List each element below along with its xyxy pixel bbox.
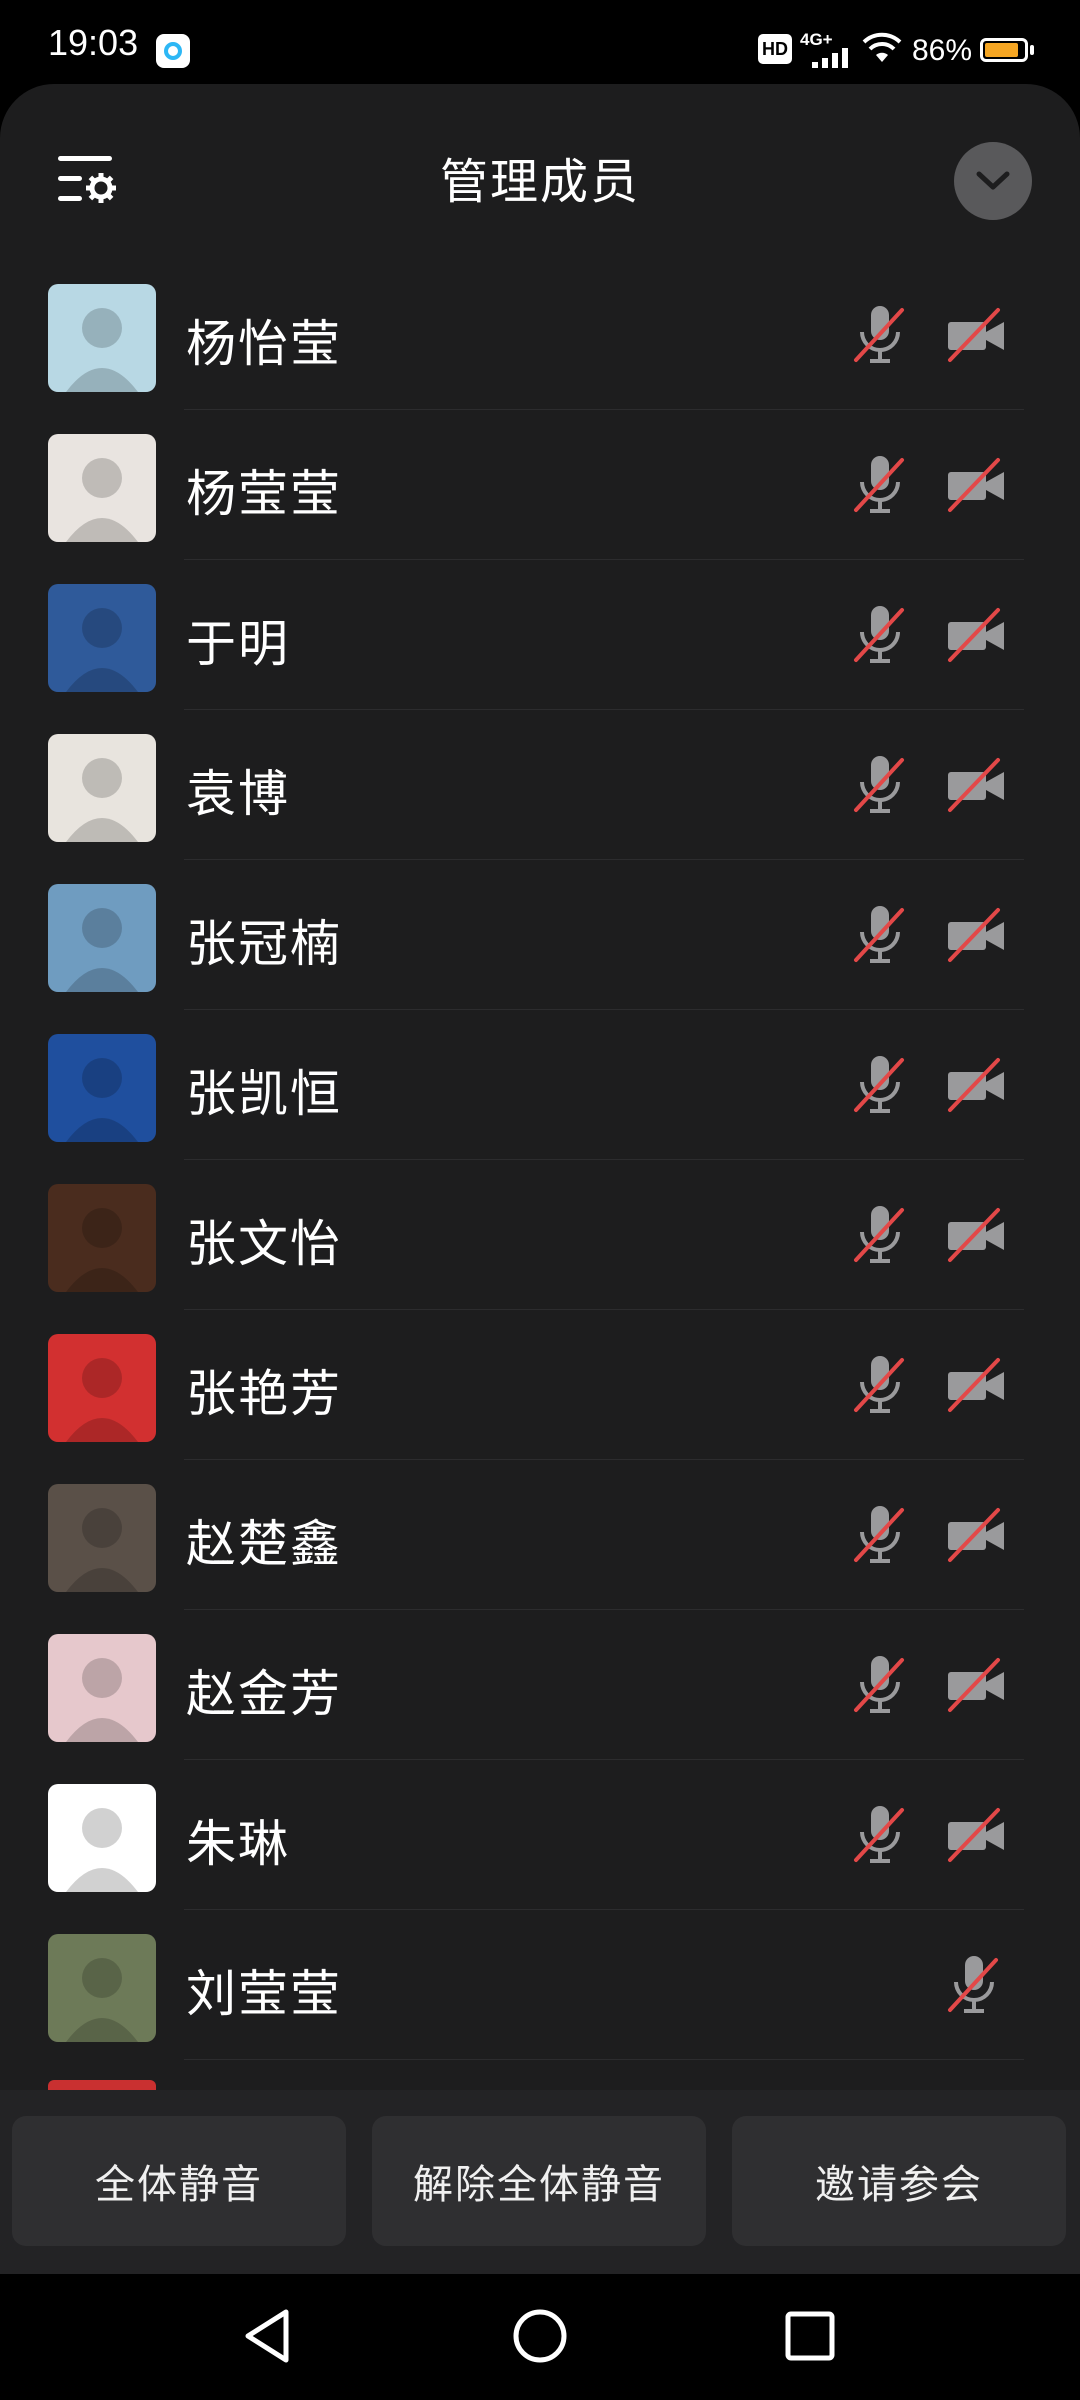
network-type-label: 4G+ [800,30,833,49]
avatar [48,1034,156,1142]
cellular-signal-icon: 4G+ [800,26,852,70]
member-name: 杨莹莹 [186,465,342,523]
camera-off-icon[interactable] [944,1204,1008,1266]
member-name: 张冠楠 [186,915,342,973]
row-divider [184,2059,1024,2060]
battery-percent: 86% [912,34,973,67]
avatar [48,1484,156,1592]
action-bar: 全体静音 解除全体静音 邀请参会 [0,2090,1080,2274]
mic-muted-icon[interactable] [850,902,910,968]
next-avatar-peek [48,2080,156,2090]
mic-muted-icon[interactable] [850,1502,910,1568]
mic-muted-icon[interactable] [850,1352,910,1418]
member-row[interactable]: 杨莹莹 [0,410,1080,560]
invite-button[interactable]: 邀请参会 [732,2116,1066,2246]
mic-muted-icon[interactable] [850,452,910,518]
avatar [48,734,156,842]
member-row[interactable]: 张艳芳 [0,1310,1080,1460]
member-name: 张文怡 [186,1215,342,1273]
avatar [48,1784,156,1892]
member-name: 张凯恒 [186,1065,342,1123]
member-list[interactable]: 杨怡莹杨莹莹于明袁博张冠楠张凯恒张文怡张艳芳赵楚鑫赵金芳朱琳刘莹莹 [0,260,1080,2180]
recents-icon[interactable] [784,2310,836,2362]
mic-muted-icon[interactable] [944,1952,1004,2018]
camera-off-icon[interactable] [944,1054,1008,1116]
unmute-all-button[interactable]: 解除全体静音 [372,2116,706,2246]
member-row[interactable]: 杨怡莹 [0,260,1080,410]
status-bar: 19:03 HD 4G+ 86% [0,0,1080,92]
battery-fill [985,43,1018,57]
mic-muted-icon[interactable] [850,1202,910,1268]
avatar [48,434,156,542]
mute-all-button[interactable]: 全体静音 [12,2116,346,2246]
system-nav-bar [0,2274,1080,2400]
camera-off-icon[interactable] [944,1354,1008,1416]
member-name: 张艳芳 [186,1365,342,1423]
collapse-button[interactable] [954,142,1032,220]
member-name: 朱琳 [186,1815,290,1873]
avatar [48,884,156,992]
wifi-icon [862,32,902,62]
member-row[interactable]: 张凯恒 [0,1010,1080,1160]
member-row[interactable]: 赵楚鑫 [0,1460,1080,1610]
mic-muted-icon[interactable] [850,302,910,368]
camera-off-icon[interactable] [944,604,1008,666]
member-row[interactable]: 于明 [0,560,1080,710]
camera-off-icon[interactable] [944,1654,1008,1716]
member-row[interactable]: 张冠楠 [0,860,1080,1010]
member-name: 杨怡莹 [186,315,342,373]
avatar [48,1934,156,2042]
member-name: 袁博 [186,765,290,823]
camera-off-icon[interactable] [944,754,1008,816]
app-notification-icon [156,34,190,68]
status-time: 19:03 [48,22,139,63]
avatar [48,1334,156,1442]
mic-muted-icon[interactable] [850,752,910,818]
back-icon[interactable] [240,2306,294,2366]
mic-muted-icon[interactable] [850,1052,910,1118]
home-icon[interactable] [512,2308,568,2364]
sheet-header: 管理成员 [0,84,1080,264]
member-name: 刘莹莹 [186,1965,342,2023]
avatar [48,1184,156,1292]
avatar [48,584,156,692]
camera-off-icon[interactable] [944,454,1008,516]
member-row[interactable]: 袁博 [0,710,1080,860]
mic-muted-icon[interactable] [850,1802,910,1868]
camera-off-icon[interactable] [944,904,1008,966]
battery-icon [980,38,1028,62]
avatar [48,1634,156,1742]
manage-members-sheet: 管理成员 杨怡莹杨莹莹于明袁博张冠楠张凯恒张文怡张艳芳赵楚鑫赵金芳朱琳刘莹莹 [0,84,1080,2274]
camera-off-icon[interactable] [944,304,1008,366]
hd-badge: HD [758,34,792,64]
member-row[interactable]: 张文怡 [0,1160,1080,1310]
member-row[interactable]: 赵金芳 [0,1610,1080,1760]
chevron-down-icon [976,171,1010,190]
mic-muted-icon[interactable] [850,1652,910,1718]
camera-off-icon[interactable] [944,1504,1008,1566]
mic-muted-icon[interactable] [850,602,910,668]
member-row[interactable]: 朱琳 [0,1760,1080,1910]
member-name: 于明 [186,615,290,673]
camera-off-icon[interactable] [944,1804,1008,1866]
member-row[interactable]: 刘莹莹 [0,1910,1080,2060]
member-name: 赵金芳 [186,1665,342,1723]
member-name: 赵楚鑫 [186,1515,342,1573]
avatar [48,284,156,392]
page-title: 管理成员 [439,154,640,210]
